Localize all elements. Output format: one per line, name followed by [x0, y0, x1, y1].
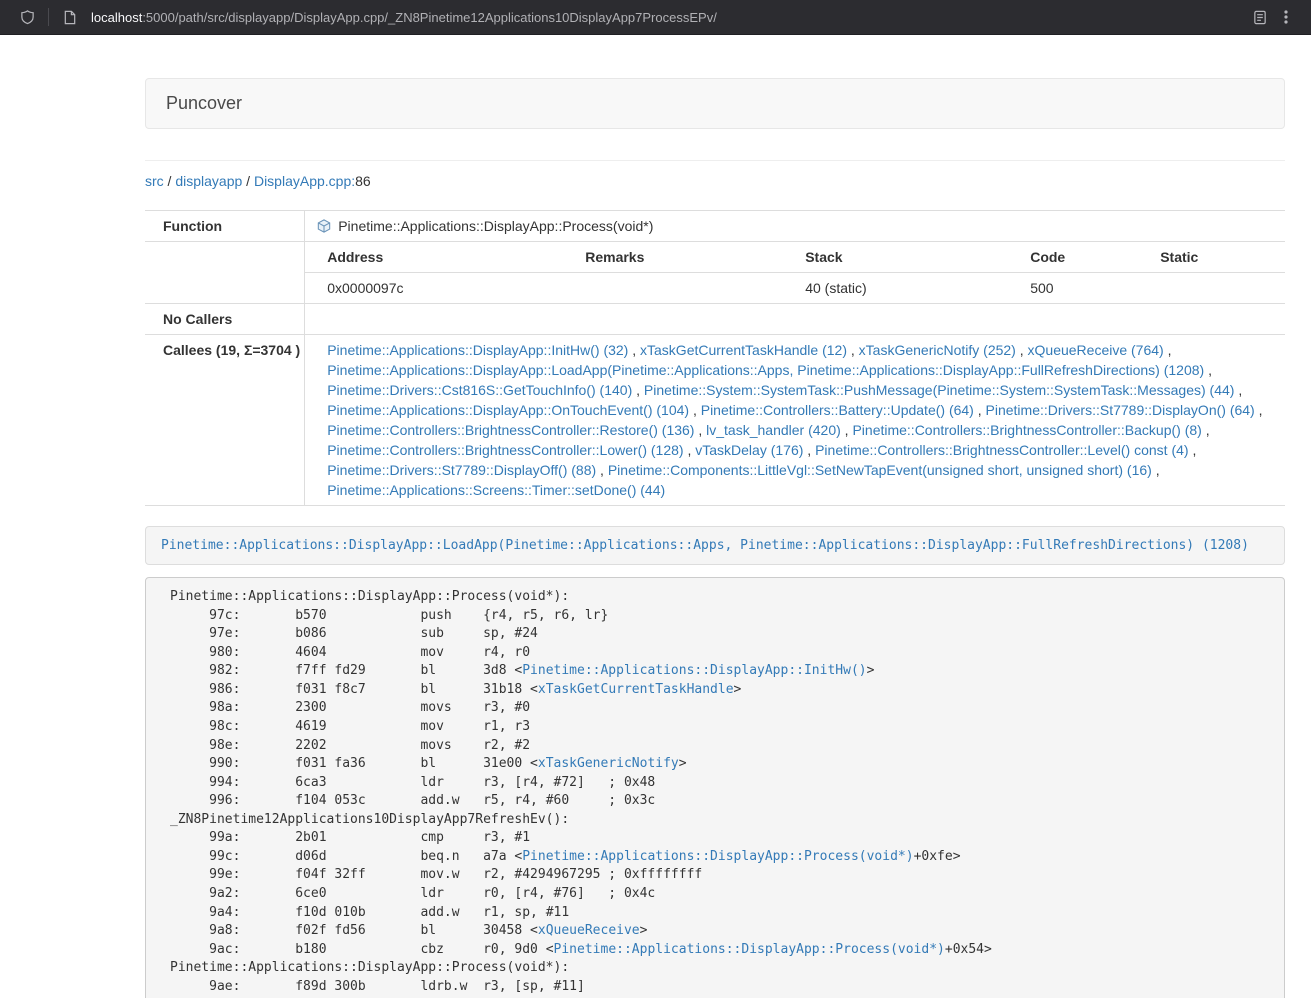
column-value: 0x0000097c — [305, 273, 563, 304]
function-label: Function — [145, 211, 305, 242]
column-value — [1138, 273, 1285, 304]
callee-link[interactable]: Pinetime::System::SystemTask::PushMessag… — [644, 382, 1235, 398]
url-path: :5000/path/src/displayapp/DisplayApp.cpp… — [142, 10, 717, 25]
content-divider — [145, 160, 1285, 161]
column-header: Address — [305, 242, 563, 273]
page-content: Puncover src / displayapp / DisplayApp.c… — [145, 78, 1285, 998]
callee-link[interactable]: Pinetime::Components::LittleVgl::SetNewT… — [608, 462, 1152, 478]
code-symbol-link[interactable]: Pinetime::Applications::DisplayApp::Proc… — [522, 849, 913, 864]
callees-label: Callees (19, Σ=3704 ) — [145, 335, 305, 506]
callee-link[interactable]: lv_task_handler (420) — [706, 422, 841, 438]
disassembly-block: Pinetime::Applications::DisplayApp::Proc… — [145, 577, 1285, 998]
stats-value-row: 0x0000097c 40 (static)500 — [305, 273, 1285, 304]
stats-row: AddressRemarksStackCodeStatic 0x0000097c… — [145, 242, 1285, 304]
callees-list: Pinetime::Applications::DisplayApp::Init… — [305, 335, 1285, 506]
reader-view-icon[interactable] — [1247, 4, 1273, 30]
function-row: Function Pinetime::Applications::Display… — [145, 211, 1285, 242]
callee-link[interactable]: vTaskDelay (176) — [695, 442, 803, 458]
breadcrumb: src / displayapp / DisplayApp.cpp:86 — [145, 171, 1285, 191]
code-symbol-link[interactable]: Pinetime::Applications::DisplayApp::Proc… — [554, 942, 945, 957]
callee-link[interactable]: Pinetime::Controllers::BrightnessControl… — [852, 422, 1201, 438]
column-header: Static — [1138, 242, 1285, 273]
no-callers-label: No Callers — [145, 304, 305, 335]
symbol-stats-table: AddressRemarksStackCodeStatic 0x0000097c… — [305, 242, 1285, 303]
code-symbol-link[interactable]: xTaskGetCurrentTaskHandle — [538, 682, 734, 697]
stats-row-label — [145, 242, 305, 304]
column-value: 40 (static) — [783, 273, 1008, 304]
menu-kebab-icon[interactable] — [1273, 4, 1299, 30]
callee-link[interactable]: Pinetime::Applications::DisplayApp::Load… — [327, 362, 1204, 378]
callee-link[interactable]: Pinetime::Drivers::St7789::DisplayOff() … — [327, 462, 596, 478]
callers-row: No Callers — [145, 304, 1285, 335]
column-header: Remarks — [563, 242, 783, 273]
brand-link[interactable]: Puncover — [166, 93, 242, 114]
stats-header-row: AddressRemarksStackCodeStatic — [305, 242, 1285, 273]
column-header: Code — [1008, 242, 1138, 273]
callee-link[interactable]: Pinetime::Controllers::BrightnessControl… — [327, 442, 683, 458]
callee-link[interactable]: Pinetime::Controllers::BrightnessControl… — [327, 422, 694, 438]
code-symbol-link[interactable]: Pinetime::Applications::DisplayApp::Init… — [522, 663, 866, 678]
page-icon[interactable] — [57, 4, 83, 30]
callee-link[interactable]: Pinetime::Drivers::St7789::DisplayOn() (… — [986, 402, 1255, 418]
function-cube-icon — [317, 219, 331, 233]
browser-toolbar: localhost:5000/path/src/displayapp/Displ… — [0, 0, 1311, 35]
column-header: Stack — [783, 242, 1008, 273]
callee-link[interactable]: Pinetime::Applications::DisplayApp::Init… — [327, 342, 628, 358]
callee-link[interactable]: Pinetime::Drivers::Cst816S::GetTouchInfo… — [327, 382, 632, 398]
breadcrumb-link[interactable]: displayapp — [175, 173, 242, 189]
breadcrumb-link[interactable]: DisplayApp.cpp: — [254, 173, 355, 189]
code-symbol-link[interactable]: xQueueReceive — [538, 923, 640, 938]
url-host: localhost — [91, 10, 142, 25]
function-table: Function Pinetime::Applications::Display… — [145, 210, 1285, 506]
callee-link[interactable]: xTaskGetCurrentTaskHandle (12) — [640, 342, 847, 358]
callee-link[interactable]: Pinetime::Controllers::BrightnessControl… — [815, 442, 1188, 458]
code-symbol-link[interactable]: xTaskGenericNotify — [538, 756, 679, 771]
column-value — [563, 273, 783, 304]
callee-link[interactable]: Pinetime::Applications::Screens::Timer::… — [327, 482, 665, 498]
navbar: Puncover — [145, 78, 1285, 129]
callee-link[interactable]: xTaskGenericNotify (252) — [859, 342, 1016, 358]
selected-symbol-link[interactable]: Pinetime::Applications::DisplayApp::Load… — [161, 538, 1249, 553]
callee-link[interactable]: Pinetime::Applications::DisplayApp::OnTo… — [327, 402, 689, 418]
url-input[interactable]: localhost:5000/path/src/displayapp/Displ… — [91, 10, 1247, 25]
callee-link[interactable]: Pinetime::Controllers::Battery::Update()… — [701, 402, 974, 418]
breadcrumb-link[interactable]: src — [145, 173, 164, 189]
callee-link[interactable]: xQueueReceive (764) — [1028, 342, 1164, 358]
callees-row: Callees (19, Σ=3704 ) Pinetime::Applicat… — [145, 335, 1285, 506]
shield-icon[interactable] — [14, 4, 40, 30]
selected-symbol-panel: Pinetime::Applications::DisplayApp::Load… — [145, 526, 1285, 565]
column-value: 500 — [1008, 273, 1138, 304]
function-symbol: Pinetime::Applications::DisplayApp::Proc… — [338, 216, 653, 236]
toolbar-separator — [48, 8, 49, 26]
